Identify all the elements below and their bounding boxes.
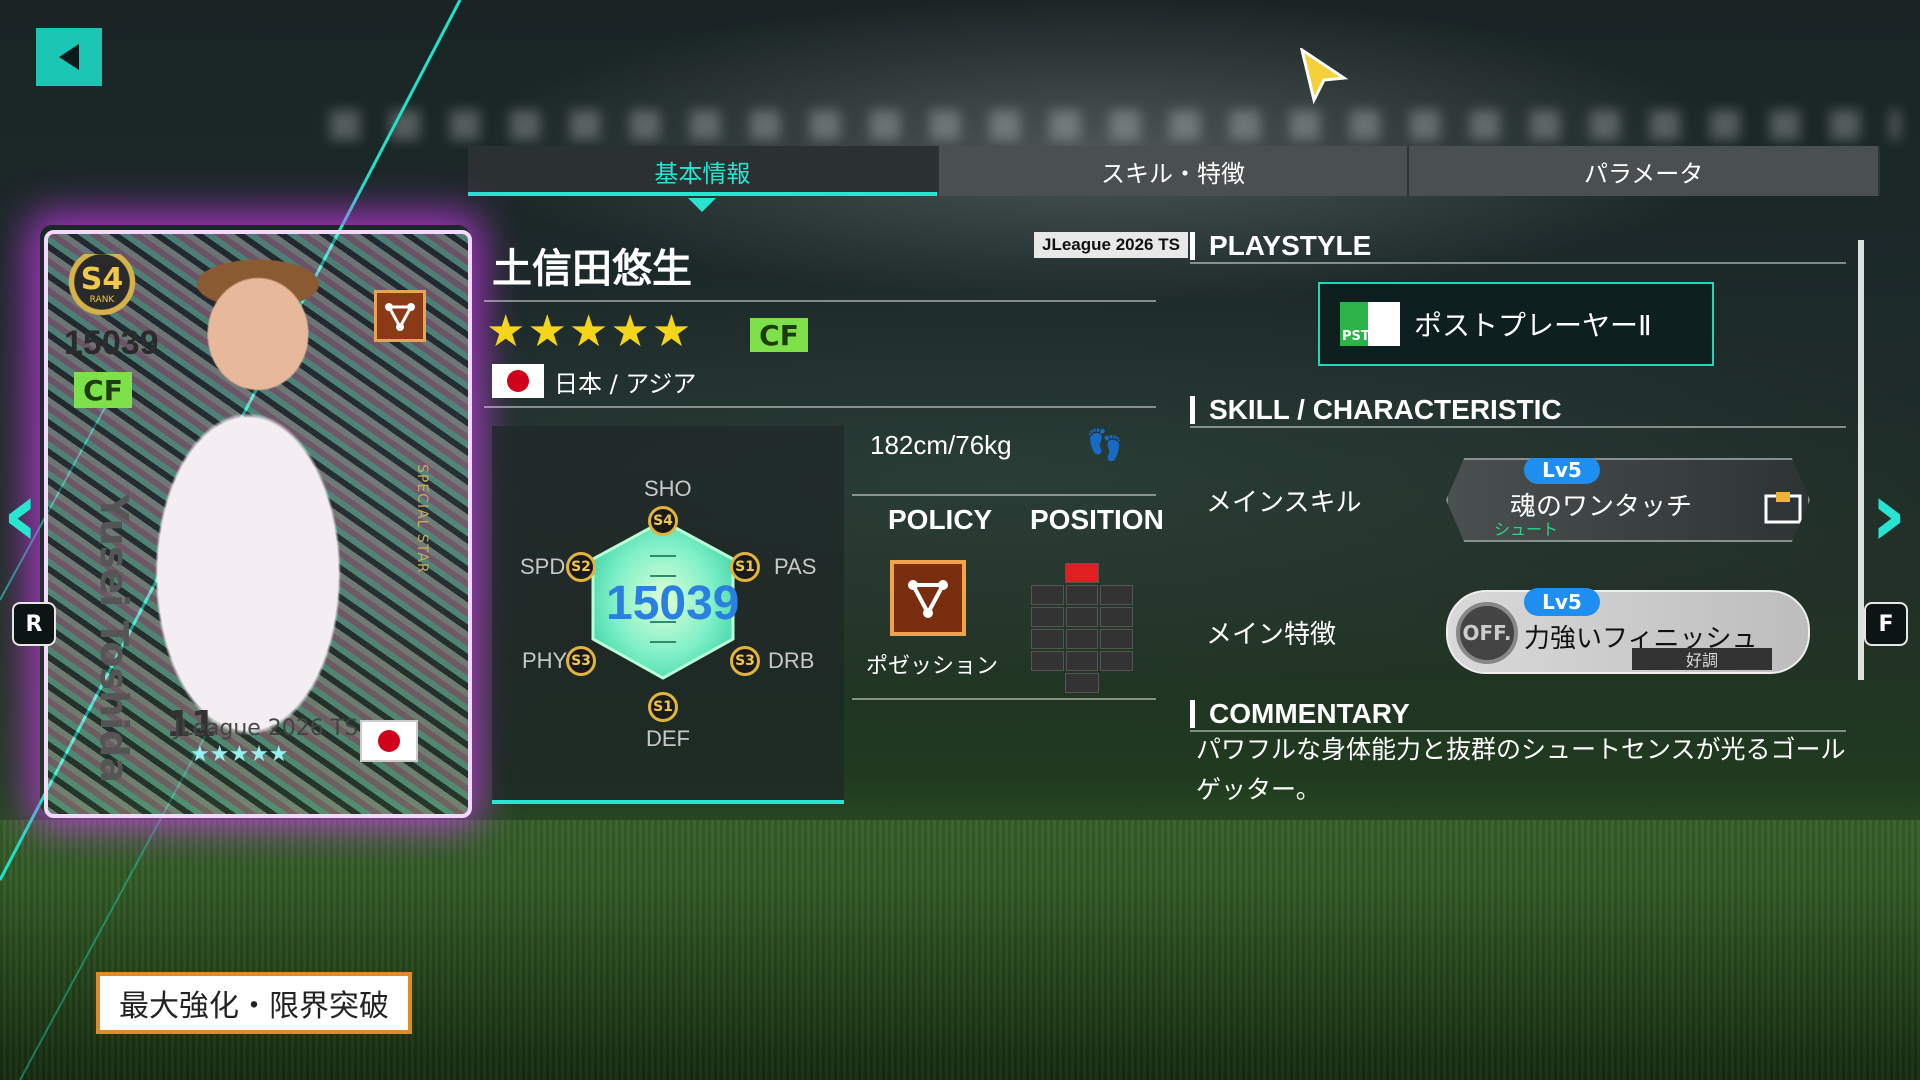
card-rank: S4 <box>80 262 124 297</box>
active-tab-pointer-icon <box>688 198 717 212</box>
condition-label: 好調 <box>1632 648 1772 670</box>
player-card[interactable]: S4 RANK 15039 CF Yusei Toshida SPECIAL S… <box>44 230 472 818</box>
prev-button[interactable]: R <box>12 602 56 646</box>
stats-radar-panel: 15039 SHO S4 PAS S1 DRB S3 DEF S1 PHY S3… <box>492 426 844 804</box>
card-rank-badge: S4 RANK <box>66 254 138 316</box>
main-skill-label: メインスキル <box>1206 488 1362 518</box>
stat-label-def: DEF <box>646 726 690 751</box>
policy-title: POLICY <box>888 504 993 535</box>
card-rank-label: RANK <box>89 295 115 305</box>
tab-parameters[interactable]: パラメータ <box>1409 146 1881 196</box>
back-arrow-icon <box>59 44 79 70</box>
divider <box>1190 262 1846 264</box>
main-skill-box[interactable]: Lv5 魂のワンタッチ シュート <box>1446 458 1810 542</box>
stat-grade-sho: S4 <box>648 506 678 536</box>
stadium-lights <box>300 110 1900 140</box>
policy-name: ポゼッション <box>866 654 999 679</box>
stat-label-drb: DRB <box>768 648 815 673</box>
japan-flag-icon <box>360 720 418 762</box>
league-tag: JLeague 2026 TS <box>1034 232 1188 258</box>
tab-label: パラメータ <box>1584 159 1704 188</box>
overall-rating: 15039 <box>606 577 740 630</box>
divider <box>1190 426 1846 428</box>
player-name: 土信田悠生 <box>492 246 692 292</box>
tab-label: 基本情報 <box>654 159 751 188</box>
card-rating: 15039 <box>64 324 159 362</box>
divider <box>852 698 1156 700</box>
position-title: POSITION <box>1030 504 1164 535</box>
tab-bar: 基本情報 スキル・特徴 パラメータ <box>468 146 1881 212</box>
stat-grade-phy: S3 <box>566 646 596 676</box>
main-char-label: メイン特徴 <box>1206 620 1337 650</box>
stat-label-sho: SHO <box>644 476 692 501</box>
skill-level: Lv5 <box>1524 458 1600 484</box>
goal-icon <box>1764 492 1802 524</box>
commentary-text: パワフルな身体能力と抜群のシュートセンスが光るゴールゲッター。 <box>1196 735 1846 804</box>
card-special-label: SPECIAL STAR <box>414 464 430 574</box>
japan-flag-icon <box>492 364 544 398</box>
stat-grade-drb: S3 <box>730 646 760 676</box>
player-stars: ★★★★★ <box>486 306 694 357</box>
commentary-title: COMMENTARY <box>1190 700 1410 728</box>
stat-label-pas: PAS <box>774 554 817 579</box>
body-size: 182cm/76kg <box>870 430 1012 460</box>
playstyle-title: PLAYSTYLE <box>1190 232 1371 260</box>
skill-section-title: SKILL / CHARACTERISTIC <box>1190 396 1562 424</box>
card-position: CF <box>74 372 132 408</box>
stat-label-phy: PHY <box>522 648 568 673</box>
scrollbar[interactable] <box>1858 240 1864 680</box>
playstyle-name: ポストプレーヤーⅡ <box>1414 309 1652 342</box>
stat-label-spd: SPD <box>520 554 566 579</box>
policy-possession-icon[interactable] <box>890 560 966 636</box>
tab-basic-info[interactable]: 基本情報 <box>468 146 939 212</box>
card-stars: ★★★★★ <box>190 742 289 767</box>
skill-type: シュート <box>1494 520 1559 539</box>
prev-player-chevron-icon[interactable]: ‹ <box>2 470 39 560</box>
stat-grade-pas: S1 <box>730 552 760 582</box>
position-cell-cf <box>1065 563 1099 583</box>
position-map <box>1030 562 1134 694</box>
divider <box>484 300 1156 302</box>
tab-label: スキル・特徴 <box>1101 159 1245 188</box>
main-characteristic-box[interactable]: OFF. Lv5 力強いフィニッシュ 好調 <box>1446 588 1810 674</box>
divider <box>484 406 1156 408</box>
card-league: JLeague 2026 TS <box>174 716 359 741</box>
next-button[interactable]: F <box>1864 602 1908 646</box>
card-policy-icon <box>374 290 426 342</box>
max-enhance-button[interactable]: 最大強化・限界突破 <box>96 972 412 1034</box>
tab-skills[interactable]: スキル・特徴 <box>939 146 1410 196</box>
stat-grade-def: S1 <box>648 692 678 722</box>
nationality: 日本 / アジア <box>554 370 697 398</box>
stat-grade-spd: S2 <box>566 552 596 582</box>
char-level: Lv5 <box>1524 588 1600 616</box>
offense-badge-icon: OFF. <box>1456 602 1518 664</box>
next-player-chevron-icon[interactable]: › <box>1870 470 1907 560</box>
position-badge: CF <box>750 318 808 352</box>
playstyle-box[interactable]: PST ポストプレーヤーⅡ <box>1318 282 1714 366</box>
footedness-icon: 👣 <box>1086 428 1124 463</box>
cursor-icon <box>1300 48 1349 104</box>
divider <box>852 494 1156 496</box>
card-player-name: Yusei Toshida <box>92 494 136 783</box>
back-button[interactable] <box>36 28 102 86</box>
post-player-icon: PST <box>1340 302 1400 346</box>
